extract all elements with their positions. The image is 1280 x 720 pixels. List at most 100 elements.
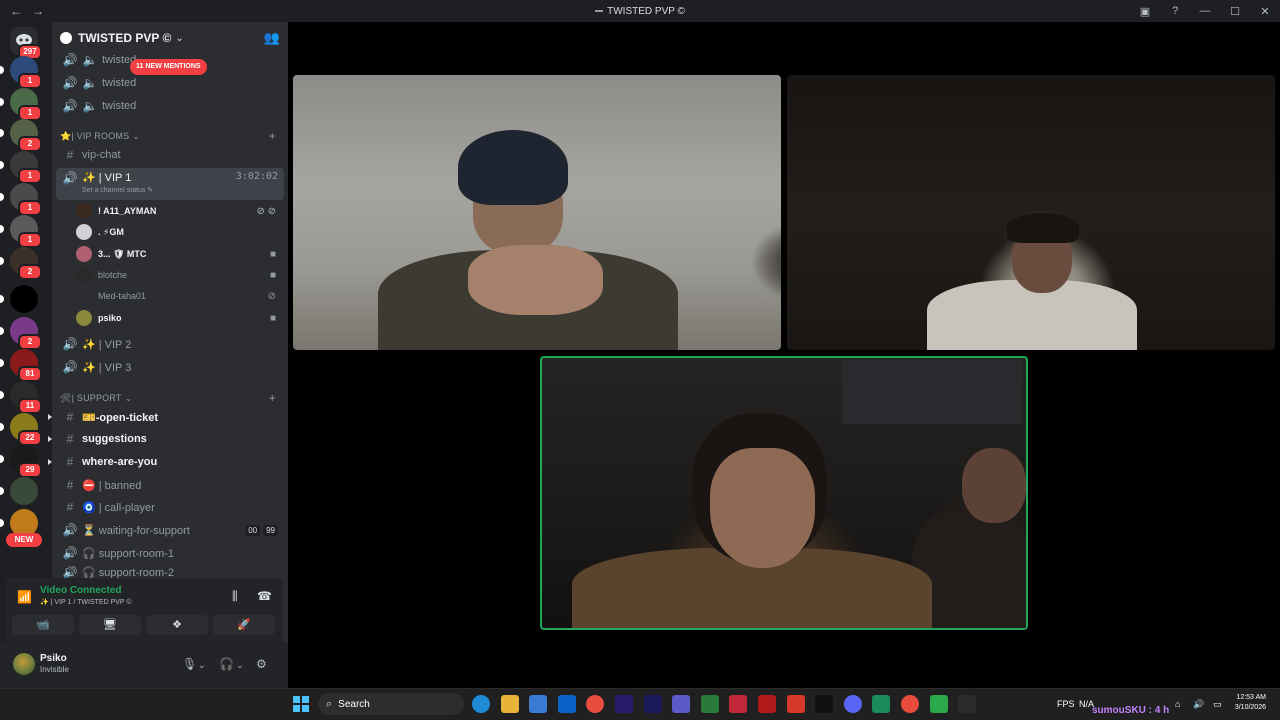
noise-suppression-icon[interactable]: ⫼ bbox=[232, 589, 238, 604]
microphone-icon[interactable]: 🎙 bbox=[182, 657, 197, 671]
support-channel[interactable]: 🔊 ⏳ waiting-for-support 00 99 bbox=[56, 520, 284, 540]
server-icon[interactable]: 1 bbox=[10, 183, 42, 216]
screen-share-button[interactable]: 🖥 bbox=[79, 615, 141, 635]
camera-button[interactable]: 📹 bbox=[12, 615, 74, 635]
battery-icon[interactable]: ▭ bbox=[1213, 699, 1222, 710]
minimize-button[interactable]: — bbox=[1190, 5, 1220, 17]
windows-start-icon[interactable] bbox=[293, 696, 309, 712]
invite-icon[interactable]: 👥 bbox=[264, 30, 280, 46]
voice-status[interactable]: Video Connected bbox=[40, 585, 122, 596]
server-icon[interactable]: 1 bbox=[10, 56, 42, 89]
add-channel-icon[interactable]: + bbox=[269, 129, 276, 143]
video-tile-speaking[interactable] bbox=[540, 356, 1028, 630]
server-icon[interactable]: 22 bbox=[10, 413, 42, 446]
support-channel[interactable]: 🔊 🎧 support-room-2 bbox=[56, 566, 284, 578]
category-support[interactable]: 🛠| SUPPORT ⌄ + bbox=[56, 390, 284, 406]
store-app-icon[interactable] bbox=[529, 695, 548, 713]
category-vip-rooms[interactable]: ⭐| VIP ROOMS ⌄ + bbox=[56, 128, 284, 144]
maximize-button[interactable]: ☐ bbox=[1220, 5, 1250, 18]
server-icon[interactable] bbox=[10, 477, 38, 505]
volume-icon[interactable]: 🔊 bbox=[1193, 699, 1204, 710]
teams-app-icon[interactable] bbox=[672, 695, 691, 713]
voice-user[interactable]: ! A11_AYMAN ⊘ ⊘ bbox=[76, 201, 284, 221]
affinity-app-icon[interactable] bbox=[729, 695, 748, 713]
user-name[interactable]: Psiko bbox=[40, 653, 67, 664]
discord-app-icon[interactable] bbox=[843, 695, 862, 713]
channel-status[interactable]: Set a channel status ✎ bbox=[82, 186, 153, 194]
chrome-2-app-icon[interactable] bbox=[901, 695, 919, 713]
voice-channel-twisted-3[interactable]: 🔊 🔈 twisted bbox=[56, 96, 284, 116]
close-button[interactable]: ✕ bbox=[1250, 5, 1280, 18]
tradingview-app-icon[interactable] bbox=[815, 695, 834, 713]
support-channel[interactable]: # 🧿 | call-player bbox=[56, 497, 284, 517]
voice-channel-vip-2[interactable]: 🔊 ✨ | VIP 2 bbox=[56, 334, 284, 354]
voice-channel-vip-1[interactable]: 🔊 ✨ | VIP 1 3:02:02 Set a channel status … bbox=[56, 168, 284, 200]
user-count: 00 bbox=[245, 524, 261, 536]
voice-user[interactable]: . ⚡GM bbox=[76, 222, 284, 242]
server-mention-badge: 2 bbox=[18, 264, 42, 280]
signal-icon[interactable]: 📶 bbox=[17, 590, 32, 604]
after-effects-app-icon[interactable] bbox=[643, 695, 662, 713]
support-channel[interactable]: # where-are-you bbox=[56, 452, 284, 472]
support-channel[interactable]: # suggestions bbox=[56, 429, 284, 449]
disconnect-icon[interactable]: ☎ bbox=[257, 589, 272, 603]
avatar bbox=[76, 288, 92, 304]
xbox-app-icon[interactable] bbox=[700, 695, 719, 713]
chevron-down-icon[interactable]: ⌄ bbox=[236, 660, 244, 671]
home-button[interactable]: 297 bbox=[10, 27, 42, 60]
taskbar-search[interactable]: ⌕ Search bbox=[318, 693, 464, 715]
speaker-active-icon: 🔊 bbox=[62, 171, 78, 185]
support-channel[interactable]: # ⛔ | banned bbox=[56, 475, 284, 495]
avatar[interactable] bbox=[13, 653, 35, 675]
server-icon[interactable]: 1 bbox=[10, 215, 42, 248]
add-channel-icon[interactable]: + bbox=[269, 391, 276, 405]
support-channel[interactable]: # 🎫-open-ticket bbox=[56, 407, 284, 427]
forward-arrow-icon[interactable]: → bbox=[32, 4, 44, 18]
voice-user[interactable]: 3... 🛡 MTC ■ bbox=[76, 244, 284, 264]
app-green-app-icon[interactable] bbox=[872, 695, 891, 713]
voice-channel-link[interactable]: ✨ | VIP 1 / TWISTED PVP © bbox=[40, 598, 132, 606]
server-icon[interactable]: 29 bbox=[10, 445, 42, 478]
voice-status-icon: ⊘ bbox=[267, 290, 276, 302]
server-icon[interactable]: 1 bbox=[10, 88, 42, 121]
taskbar-clock[interactable]: 12:53 AM 3/10/2026 bbox=[1235, 693, 1266, 713]
video-tile[interactable] bbox=[787, 75, 1275, 350]
server-icon[interactable]: 2 bbox=[10, 119, 42, 152]
explorer-app-icon[interactable] bbox=[500, 695, 519, 713]
help-icon[interactable]: ? bbox=[1160, 5, 1190, 17]
play-app-icon[interactable] bbox=[929, 695, 948, 713]
headphones-icon[interactable]: 🎧 bbox=[219, 657, 234, 671]
support-channel[interactable]: 🔊 🎧 support-room-1 bbox=[56, 543, 284, 563]
app-dark-app-icon[interactable] bbox=[958, 695, 977, 713]
outlook-app-icon[interactable] bbox=[557, 695, 576, 713]
premiere-app-icon[interactable] bbox=[615, 695, 633, 713]
wifi-icon[interactable]: ⌂ bbox=[1175, 699, 1180, 709]
soundboard-button[interactable]: 🚀 bbox=[213, 615, 275, 635]
inbox-icon[interactable]: ▣ bbox=[1130, 5, 1160, 18]
overlay-text: sumouSKU : 4 h bbox=[1092, 705, 1170, 716]
server-icon[interactable]: 11 bbox=[10, 381, 42, 414]
speaker-emoji-icon: 🔈 bbox=[82, 76, 98, 90]
voice-user[interactable]: Med-taha01 ⊘ bbox=[76, 286, 284, 306]
activities-button[interactable]: ❖ bbox=[146, 615, 208, 635]
voice-user[interactable]: psiko ■ bbox=[76, 308, 284, 328]
server-icon[interactable]: 2 bbox=[10, 247, 42, 280]
server-icon[interactable]: 81 bbox=[10, 349, 42, 382]
new-badge[interactable]: NEW bbox=[6, 533, 42, 547]
back-arrow-icon[interactable]: ← bbox=[10, 4, 22, 18]
office-app-icon[interactable] bbox=[786, 695, 805, 713]
voice-channel-vip-3[interactable]: 🔊 ✨ | VIP 3 bbox=[56, 357, 284, 377]
server-icon[interactable] bbox=[10, 285, 38, 313]
chevron-down-icon[interactable]: ⌄ bbox=[198, 660, 206, 671]
edge-app-icon[interactable] bbox=[472, 695, 490, 713]
video-tile[interactable] bbox=[293, 75, 781, 350]
text-channel-vip-chat[interactable]: # vip-chat bbox=[56, 145, 284, 165]
voice-user-name: blotche bbox=[98, 270, 128, 280]
server-icon[interactable]: 1 bbox=[10, 151, 42, 184]
app-red-app-icon[interactable] bbox=[758, 695, 776, 713]
gear-icon[interactable]: ⚙ bbox=[256, 657, 267, 671]
voice-channel-twisted-2[interactable]: 🔊 🔈 twisted bbox=[56, 73, 284, 93]
voice-user[interactable]: blotche ■ bbox=[76, 265, 284, 285]
server-icon[interactable]: 2 bbox=[10, 317, 42, 350]
avatar bbox=[76, 224, 92, 240]
